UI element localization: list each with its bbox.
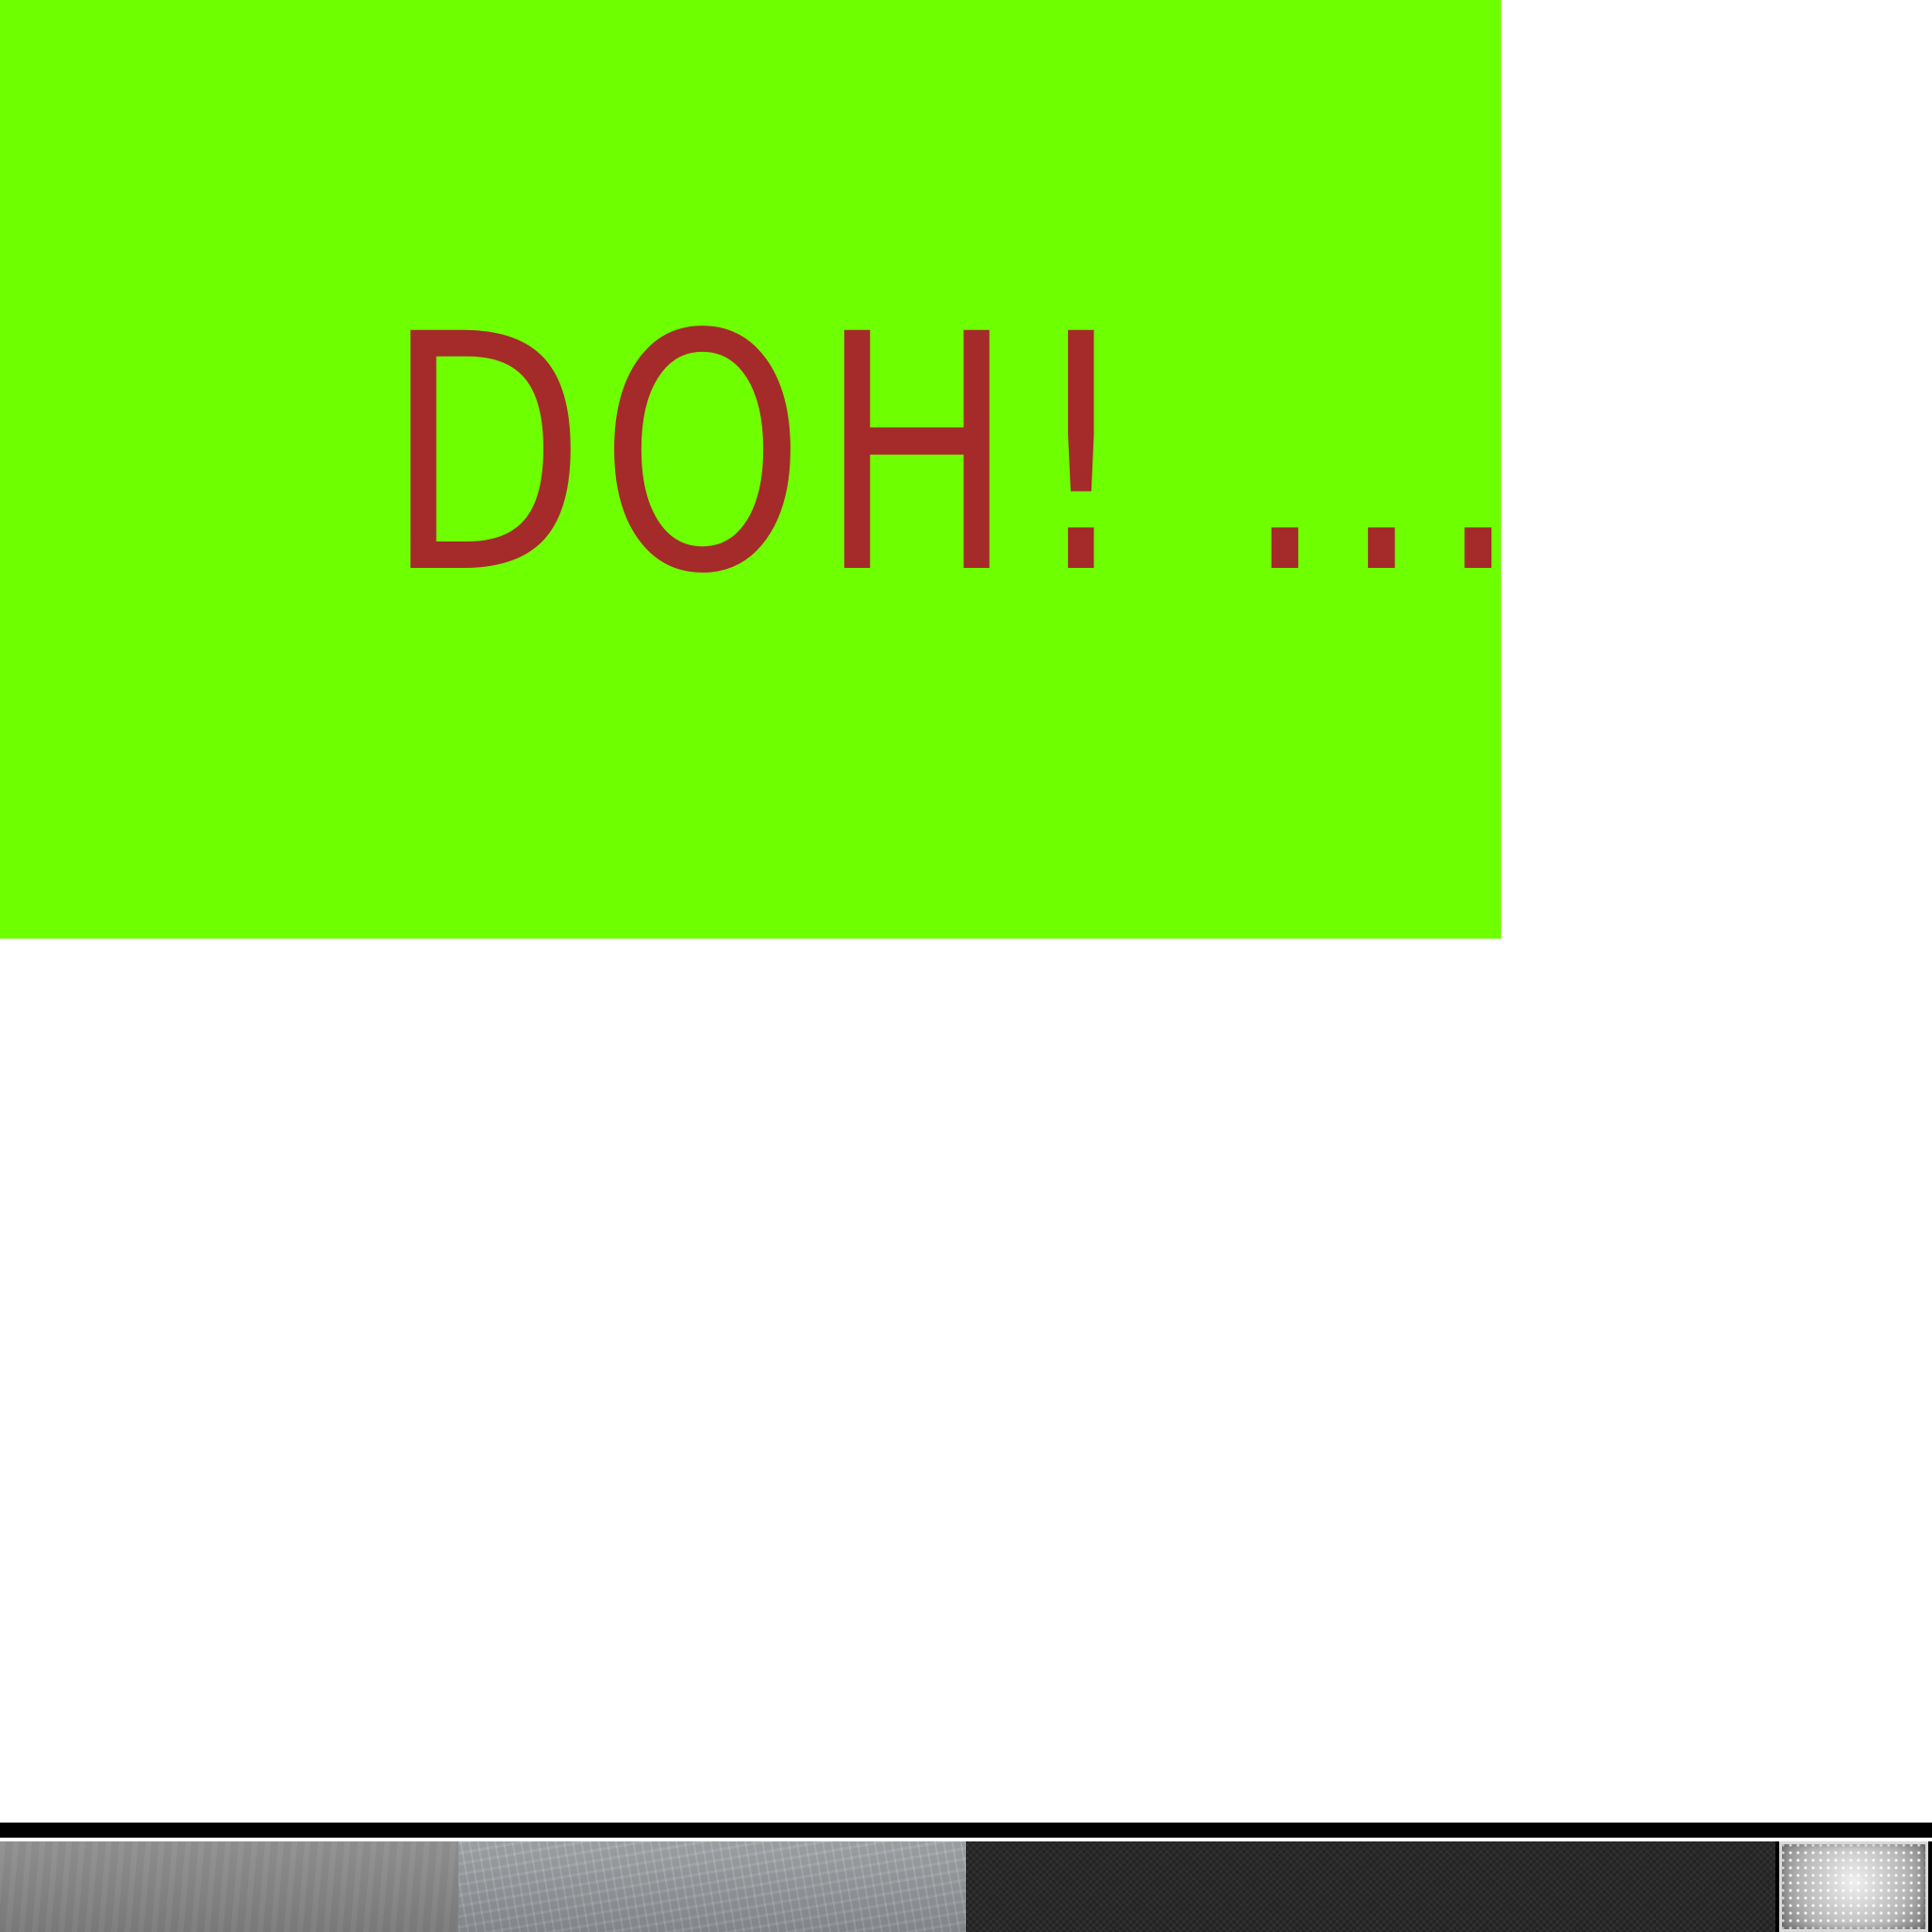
strip-top-rule (0, 1823, 1932, 1838)
texture-strip (0, 1841, 1932, 1932)
swatch-dark-textured (966, 1841, 1775, 1932)
swatch-brushed-gray (0, 1841, 458, 1932)
hammered-metal-tile-image (1779, 1841, 1928, 1932)
banner-text: DOH! ... (385, 265, 1534, 645)
banner-panel: DOH! ... (0, 0, 1520, 939)
swatch-scratched-steel (458, 1841, 966, 1932)
